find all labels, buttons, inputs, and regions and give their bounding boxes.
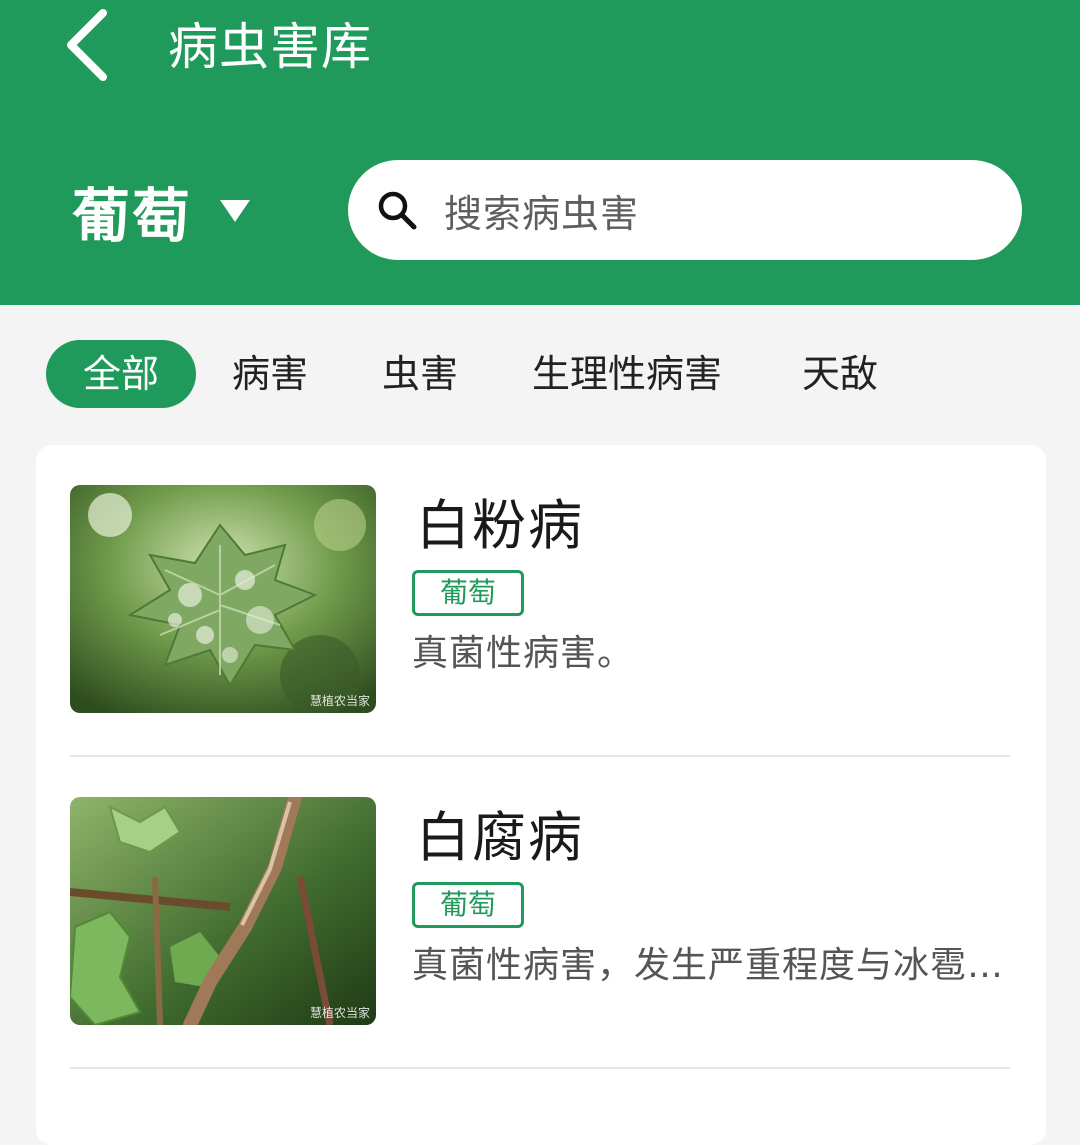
crop-tag: 葡萄 bbox=[412, 882, 524, 928]
tab-diseases[interactable]: 病害 bbox=[232, 340, 308, 408]
category-tabs: 全部 病害 虫害 生理性病害 天敌 bbox=[0, 340, 1080, 410]
item-description: 真菌性病害，发生严重程度与冰雹、暴雨等天气相关 bbox=[412, 945, 1038, 986]
crop-selector[interactable]: 葡萄 bbox=[72, 168, 251, 254]
item-title: 白粉病 bbox=[416, 494, 584, 557]
photo-watermark: 慧植农当家 bbox=[309, 694, 370, 708]
crop-tag: 葡萄 bbox=[412, 570, 524, 616]
list-item[interactable]: 慧植农当家 白腐病 葡萄 真菌性病害，发生严重程度与冰雹、暴雨等天气相关 bbox=[36, 757, 1046, 1067]
tab-pests[interactable]: 虫害 bbox=[382, 340, 458, 408]
search-input[interactable]: 搜索病虫害 bbox=[348, 160, 1022, 260]
grape-leaf-powdery-mildew-photo: 慧植农当家 bbox=[70, 485, 376, 713]
search-placeholder: 搜索病虫害 bbox=[444, 191, 640, 236]
grape-cane-white-rot-photo: 慧植农当家 bbox=[70, 797, 376, 1025]
photo-watermark: 慧植农当家 bbox=[309, 1006, 370, 1020]
chevron-left-icon bbox=[63, 7, 111, 83]
search-icon bbox=[376, 189, 418, 231]
item-title: 白腐病 bbox=[416, 806, 584, 869]
caret-down-icon bbox=[220, 200, 251, 222]
app-header: 病虫害库 葡萄 搜索病虫害 bbox=[0, 0, 1080, 305]
back-button[interactable] bbox=[52, 0, 122, 90]
list-divider bbox=[70, 1067, 1010, 1069]
page-title: 病虫害库 bbox=[168, 18, 372, 76]
tab-all[interactable]: 全部 bbox=[46, 340, 196, 408]
tab-physiological-diseases[interactable]: 生理性病害 bbox=[532, 340, 722, 408]
list-item[interactable]: 慧植农当家 白粉病 葡萄 真菌性病害。 bbox=[36, 445, 1046, 755]
crop-selector-label: 葡萄 bbox=[72, 182, 193, 250]
result-list: 慧植农当家 白粉病 葡萄 真菌性病害。 慧植农当家 白腐病 葡萄 真菌性病害，发… bbox=[36, 445, 1046, 1145]
tab-natural-enemies[interactable]: 天敌 bbox=[802, 340, 878, 408]
item-description: 真菌性病害。 bbox=[412, 633, 635, 674]
